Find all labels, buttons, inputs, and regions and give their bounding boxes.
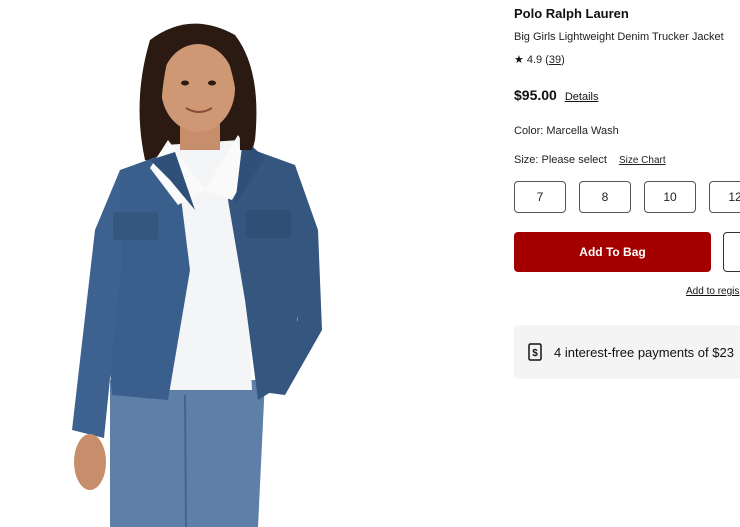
- size-row: Size: Please select Size Chart: [514, 154, 666, 166]
- size-option-7[interactable]: 7: [514, 181, 566, 213]
- rating-value: 4.9: [526, 53, 543, 66]
- add-to-bag-button[interactable]: Add To Bag: [514, 232, 711, 272]
- product-info-panel: Polo Ralph Lauren Big Girls Lightweight …: [514, 0, 740, 527]
- star-icon: ★: [514, 54, 524, 66]
- dollar-card-icon: $: [528, 343, 542, 361]
- size-label: Size: Please select: [514, 154, 607, 166]
- size-chart-link[interactable]: Size Chart: [619, 155, 666, 166]
- review-count-link[interactable]: 39: [549, 54, 561, 66]
- product-rating[interactable]: ★ 4.9 (39): [514, 53, 565, 67]
- product-photo: [72, 23, 322, 527]
- size-option-12[interactable]: 12: [709, 181, 740, 213]
- brand-name[interactable]: Polo Ralph Lauren: [514, 6, 629, 21]
- product-image[interactable]: [0, 0, 500, 527]
- product-title: Big Girls Lightweight Denim Trucker Jack…: [514, 31, 724, 43]
- add-to-registry-link[interactable]: Add to regis: [686, 286, 739, 297]
- bag-actions: Add To Bag: [514, 232, 740, 272]
- wishlist-button[interactable]: [723, 232, 740, 272]
- size-options: 7 8 10 12: [514, 181, 740, 213]
- size-option-8[interactable]: 8: [579, 181, 631, 213]
- product-page: Polo Ralph Lauren Big Girls Lightweight …: [0, 0, 740, 527]
- product-price: $95.00: [514, 87, 557, 103]
- review-count-wrapper[interactable]: (39): [545, 54, 565, 66]
- price-details-link[interactable]: Details: [565, 91, 599, 103]
- payments-banner[interactable]: $ 4 interest-free payments of $23: [514, 325, 740, 379]
- price-row: $95.00 Details: [514, 87, 598, 103]
- selected-color: Color: Marcella Wash: [514, 125, 619, 137]
- size-option-10[interactable]: 10: [644, 181, 696, 213]
- svg-text:$: $: [532, 348, 538, 359]
- payments-text: 4 interest-free payments of $23: [554, 344, 734, 360]
